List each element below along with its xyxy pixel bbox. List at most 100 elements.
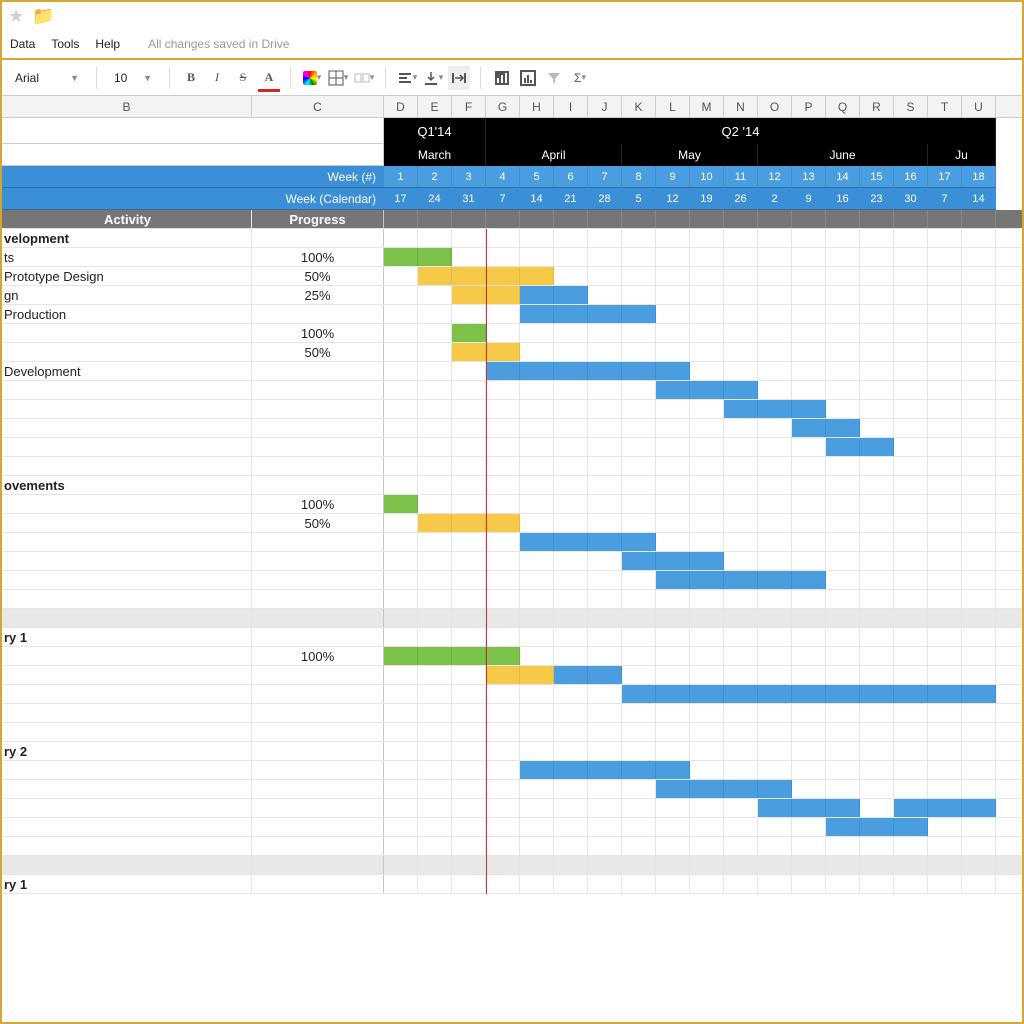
font-size-select[interactable]: 10 ▼ (107, 66, 159, 90)
gantt-cell[interactable] (860, 685, 894, 703)
gantt-cell[interactable] (622, 438, 656, 456)
col-header[interactable]: Q (826, 96, 860, 117)
table-row[interactable] (2, 381, 1022, 400)
progress-cell[interactable] (252, 704, 384, 722)
activity-cell[interactable] (2, 685, 252, 703)
gantt-cell[interactable] (928, 362, 962, 380)
gantt-cell[interactable] (622, 742, 656, 760)
gantt-cell[interactable] (758, 457, 792, 475)
gantt-cell[interactable] (554, 856, 588, 874)
gantt-cell[interactable] (894, 837, 928, 855)
gantt-cell[interactable] (588, 552, 622, 570)
gantt-cell[interactable] (384, 267, 418, 285)
gantt-cell[interactable] (452, 362, 486, 380)
gantt-cell[interactable] (724, 742, 758, 760)
gantt-cell[interactable] (520, 495, 554, 513)
activity-cell[interactable] (2, 666, 252, 684)
gantt-cell[interactable] (860, 514, 894, 532)
table-row[interactable]: gn25% (2, 286, 1022, 305)
gantt-cell[interactable] (520, 818, 554, 836)
gantt-cell[interactable] (418, 533, 452, 551)
progress-cell[interactable] (252, 818, 384, 836)
gantt-cell[interactable] (724, 286, 758, 304)
gantt-cell[interactable] (928, 875, 962, 893)
gantt-cell[interactable] (384, 400, 418, 418)
progress-cell[interactable] (252, 362, 384, 380)
gantt-cell[interactable] (860, 571, 894, 589)
activity-cell[interactable]: ovements (2, 476, 252, 494)
gantt-cell[interactable] (486, 476, 520, 494)
gantt-cell[interactable] (758, 818, 792, 836)
gantt-cell[interactable] (792, 324, 826, 342)
gantt-cell[interactable] (554, 514, 588, 532)
gantt-cell[interactable] (486, 780, 520, 798)
gantt-cell[interactable] (588, 571, 622, 589)
table-row[interactable] (2, 723, 1022, 742)
gantt-cell[interactable] (928, 761, 962, 779)
gantt-cell[interactable] (486, 571, 520, 589)
gantt-cell[interactable] (418, 723, 452, 741)
gantt-cell[interactable] (384, 628, 418, 646)
table-row[interactable]: ry 1 (2, 875, 1022, 894)
gantt-cell[interactable] (792, 267, 826, 285)
gantt-cell[interactable] (792, 381, 826, 399)
gantt-cell[interactable] (384, 286, 418, 304)
gantt-cell[interactable] (588, 305, 622, 323)
activity-cell[interactable] (2, 495, 252, 513)
gantt-cell[interactable] (520, 761, 554, 779)
gantt-cell[interactable] (860, 286, 894, 304)
gantt-cell[interactable] (724, 362, 758, 380)
gantt-cell[interactable] (792, 685, 826, 703)
gantt-cell[interactable] (384, 761, 418, 779)
table-row[interactable] (2, 533, 1022, 552)
gantt-cell[interactable] (452, 704, 486, 722)
gantt-cell[interactable] (826, 305, 860, 323)
activity-cell[interactable] (2, 609, 252, 627)
gantt-cell[interactable] (588, 647, 622, 665)
gantt-cell[interactable] (928, 552, 962, 570)
gantt-cell[interactable] (962, 248, 996, 266)
activity-cell[interactable] (2, 780, 252, 798)
gantt-cell[interactable] (588, 875, 622, 893)
table-row[interactable] (2, 704, 1022, 723)
table-row[interactable] (2, 761, 1022, 780)
gantt-cell[interactable] (418, 856, 452, 874)
col-header[interactable]: R (860, 96, 894, 117)
gantt-cell[interactable] (554, 419, 588, 437)
gantt-cell[interactable] (724, 837, 758, 855)
activity-cell[interactable] (2, 457, 252, 475)
gantt-cell[interactable] (894, 875, 928, 893)
gantt-cell[interactable] (860, 609, 894, 627)
gantt-cell[interactable] (486, 495, 520, 513)
gantt-cell[interactable] (622, 495, 656, 513)
gantt-cell[interactable] (486, 362, 520, 380)
gantt-cell[interactable] (860, 476, 894, 494)
gantt-cell[interactable] (724, 628, 758, 646)
gantt-cell[interactable] (690, 552, 724, 570)
activity-cell[interactable] (2, 571, 252, 589)
gantt-cell[interactable] (588, 628, 622, 646)
table-row[interactable] (2, 780, 1022, 799)
gantt-cell[interactable] (656, 837, 690, 855)
gantt-cell[interactable] (520, 704, 554, 722)
progress-cell[interactable] (252, 305, 384, 323)
gantt-cell[interactable] (554, 780, 588, 798)
gantt-cell[interactable] (418, 324, 452, 342)
gantt-cell[interactable] (894, 400, 928, 418)
gantt-cell[interactable] (894, 229, 928, 247)
gantt-cell[interactable] (826, 742, 860, 760)
gantt-cell[interactable] (520, 628, 554, 646)
gantt-cell[interactable] (622, 666, 656, 684)
gantt-cell[interactable] (894, 362, 928, 380)
insert-chart-button[interactable] (491, 66, 513, 90)
progress-cell[interactable] (252, 799, 384, 817)
gantt-cell[interactable] (724, 590, 758, 608)
table-row[interactable] (2, 552, 1022, 571)
gantt-cell[interactable] (588, 666, 622, 684)
gantt-cell[interactable] (962, 457, 996, 475)
gantt-cell[interactable] (826, 514, 860, 532)
gantt-cell[interactable] (928, 438, 962, 456)
gantt-cell[interactable] (792, 856, 826, 874)
gantt-cell[interactable] (894, 495, 928, 513)
gantt-cell[interactable] (520, 856, 554, 874)
